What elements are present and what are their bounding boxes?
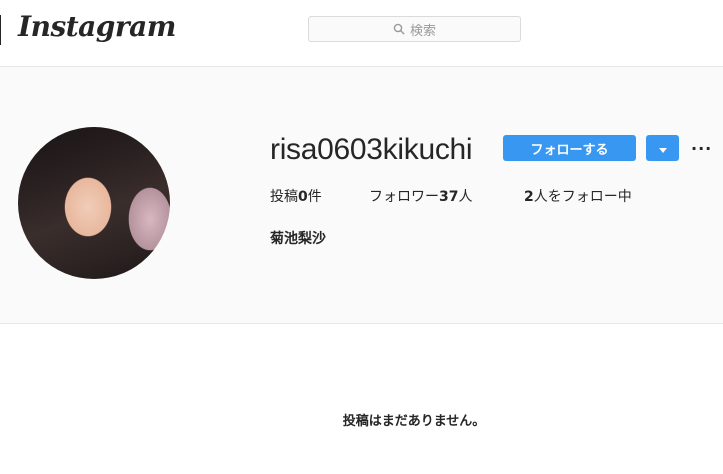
caret-down-icon [658,139,668,158]
stat-following[interactable]: 2人をフォロー中 [524,186,632,206]
avatar[interactable] [18,127,170,279]
instagram-logo[interactable]: Instagram [18,10,176,43]
no-posts-message: 投稿はまだありません。 [342,414,486,429]
followers-label: フォロワー [369,189,439,205]
nav-divider [0,15,1,45]
search-icon [393,23,405,35]
posts-suffix: 件 [307,189,322,205]
search-placeholder: 検索 [409,23,436,39]
profile-full-name: 菊池梨沙 [270,231,326,247]
following-count: 2 [524,189,534,205]
stat-followers[interactable]: フォロワー37人 [369,186,472,206]
posts-label: 投稿 [270,189,298,205]
profile-header: risa0603kikuchi フォローする ··· 投稿0件 フォロワー37人… [0,67,723,324]
search-input[interactable]: 検索 [308,16,521,42]
stat-posts: 投稿0件 [270,186,322,206]
followers-suffix: 人 [458,189,473,205]
suggestions-dropdown-button[interactable] [646,135,679,161]
top-navigation-bar: Instagram 検索 [0,0,723,67]
profile-username: risa0603kikuchi [270,133,473,166]
posts-count: 0 [298,189,308,205]
more-options-button[interactable]: ··· [691,139,712,158]
followers-count: 37 [439,189,459,205]
follow-button[interactable]: フォローする [503,135,636,161]
following-label: 人をフォロー中 [533,189,632,205]
